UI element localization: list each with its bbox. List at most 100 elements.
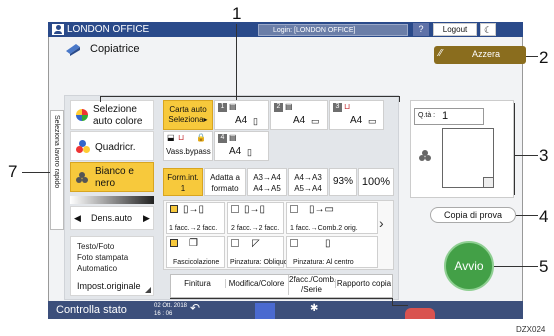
bypass-tray-button[interactable]: ⬓ ⊔ 🔒 Vass.bypass: [163, 131, 213, 161]
check-status-button[interactable]: Controlla stato: [56, 304, 127, 316]
tray-3-size: A4: [350, 115, 363, 126]
callout-4: 4: [539, 207, 549, 226]
callout-5: 5: [539, 257, 549, 276]
reduce-preset-button[interactable]: A3→A4 A4→A5: [247, 168, 287, 196]
back-icon[interactable]: ↶: [190, 301, 200, 315]
sort-label: Fascicolazione: [173, 259, 220, 266]
combine-icon: ▯→▭: [309, 204, 334, 215]
tray-2-size: A4: [293, 115, 306, 126]
paper-empty-icon: ⊔: [344, 102, 351, 111]
figure-code: DZX024: [516, 325, 546, 334]
staple-oblique-button[interactable]: ◸ Pinzatura: Obliquo: [227, 236, 288, 268]
leader-line-2: [526, 56, 538, 57]
original-mode-text: Testo/Foto Foto stampata Automatico: [77, 242, 129, 273]
bypass-icon: ⬓: [167, 133, 175, 142]
combine-label: 1 facc.→Comb.2 orig.: [290, 225, 358, 232]
checked-checkbox-icon: [170, 205, 178, 213]
duplex-2-2-button[interactable]: ▯→▯ 2 facc.→2 facc.: [227, 202, 284, 234]
tray-4-size: A4: [229, 146, 242, 157]
leader-line-6b: [392, 305, 408, 306]
tray-1-size: A4: [235, 115, 248, 126]
leader-line-3-bracket: [514, 103, 515, 195]
tab-copy-ratio[interactable]: Rapporto copia: [335, 279, 392, 288]
duplex-1-2-button[interactable]: ▯→▯ 1 facc.→2 facc.: [166, 202, 225, 234]
page-title: Copiatrice: [90, 43, 140, 55]
four-color-button[interactable]: Quadricr.: [70, 131, 154, 161]
quantity-field[interactable]: Q.tà : 1: [414, 108, 484, 125]
copier-icon: [64, 41, 82, 56]
tray-4-button[interactable]: 4 ▤ A4 ▯: [214, 131, 269, 161]
tray-1-number: 1: [218, 103, 227, 112]
staple-center-icon: ▯: [325, 238, 331, 249]
tray-3-number: 3: [333, 103, 342, 112]
corner-marker-icon: [145, 287, 151, 293]
cmyk-icon: [76, 140, 90, 154]
checkbox-icon: [231, 239, 239, 247]
tray-1-button[interactable]: 1 ▤ A4 ▯: [214, 100, 269, 130]
tray-2-number: 2: [274, 103, 283, 112]
black-white-button[interactable]: Bianco e nero: [70, 162, 154, 192]
four-color-label: Quadricr.: [95, 142, 136, 153]
color-wheel-icon: [76, 109, 88, 121]
leader-line-1-right: [399, 96, 400, 102]
staple-oblique-label: Pinzatura: Obliquo: [230, 259, 288, 266]
fit-to-paper-button[interactable]: Adatta a formato: [204, 168, 246, 196]
density-gradient: [70, 196, 154, 204]
sort-icon: ❐: [189, 238, 198, 249]
sort-button[interactable]: ❐ Fascicolazione: [166, 236, 225, 268]
tray-icon: ▤: [229, 102, 237, 111]
login-field[interactable]: Login: [LONDON OFFICE]: [258, 24, 408, 36]
quick-job-tab[interactable]: Seleziona lavoro rapido: [50, 110, 64, 230]
duplex-icon: ▯→▯: [244, 204, 266, 215]
staple-center-button[interactable]: ▯ Pinzatura: Al centro: [286, 236, 378, 268]
leader-line-1: [236, 24, 237, 100]
color-dots-icon: [419, 150, 433, 162]
auto-color-button[interactable]: Selezione auto colore: [70, 100, 154, 130]
density-decrease-icon[interactable]: ◀: [74, 213, 81, 224]
tray-2-button[interactable]: 2 ▤ A4 ▭: [270, 100, 328, 130]
tab-edit-color[interactable]: Modifica/Colore: [225, 279, 287, 288]
tab-finishing[interactable]: Finitura: [171, 279, 224, 288]
quick-job-label: Seleziona lavoro rapido: [53, 115, 60, 189]
staple-icon: ◸: [252, 238, 260, 249]
leader-line-6-bar: [170, 298, 393, 299]
home-icon[interactable]: [255, 303, 275, 319]
help-button[interactable]: ?: [413, 23, 429, 36]
density-increase-icon[interactable]: ▶: [143, 213, 150, 224]
enlarge-preset-button[interactable]: A4→A3 A5→A4: [288, 168, 328, 196]
start-button[interactable]: Avvio: [444, 241, 494, 291]
favorite-icon[interactable]: ✱: [310, 303, 318, 314]
black-dots-icon: [76, 172, 90, 184]
checkbox-icon: [231, 205, 239, 213]
logout-button[interactable]: Logout: [433, 23, 477, 36]
tray-icon: ▤: [229, 133, 237, 142]
chevron-right-icon[interactable]: ›: [379, 215, 384, 231]
sample-copy-button[interactable]: Copia di prova: [430, 207, 516, 223]
tray-icon: ▤: [285, 102, 293, 111]
bypass-label: Vass.bypass: [166, 147, 211, 156]
original-settings-button[interactable]: Testo/Foto Foto stampata Automatico Impost…: [70, 236, 154, 296]
landscape-icon: ▭: [368, 116, 377, 126]
ratio-93-button[interactable]: 93%: [329, 168, 357, 196]
combine-button[interactable]: ▯→▭ 1 facc.→Comb.2 orig.: [286, 202, 378, 234]
energy-saver-button[interactable]: ☾: [480, 23, 496, 36]
tray-3-button[interactable]: 3 ⊔ A4 ▭: [329, 100, 384, 130]
staple-center-label: Pinzatura: Al centro: [293, 259, 354, 266]
date-time: 02 Ott. 2018 16 : 06: [154, 303, 188, 317]
checkbox-icon: [290, 205, 298, 213]
reset-button[interactable]: ⁄⁄ Azzera: [434, 46, 526, 64]
landscape-icon: ▭: [311, 116, 320, 126]
callout-2: 2: [539, 48, 549, 67]
stop-button[interactable]: [405, 308, 435, 319]
full-size-button[interactable]: Form.int. 1: [163, 168, 203, 196]
auto-paper-button[interactable]: Carta auto Seleziona▸: [163, 100, 213, 130]
lock-icon: 🔒: [196, 133, 206, 142]
callout-3: 3: [539, 146, 549, 165]
tab-duplex-combine[interactable]: 2facc./Comb./Serie: [288, 275, 336, 295]
checkbox-icon: [290, 239, 298, 247]
density-label: Dens.auto: [91, 213, 133, 223]
ratio-100-button[interactable]: 100%: [358, 168, 394, 196]
reset-icon: ⁄⁄: [439, 48, 443, 59]
checked-checkbox-icon: [170, 239, 178, 247]
quantity-label: Q.tà :: [418, 112, 436, 119]
